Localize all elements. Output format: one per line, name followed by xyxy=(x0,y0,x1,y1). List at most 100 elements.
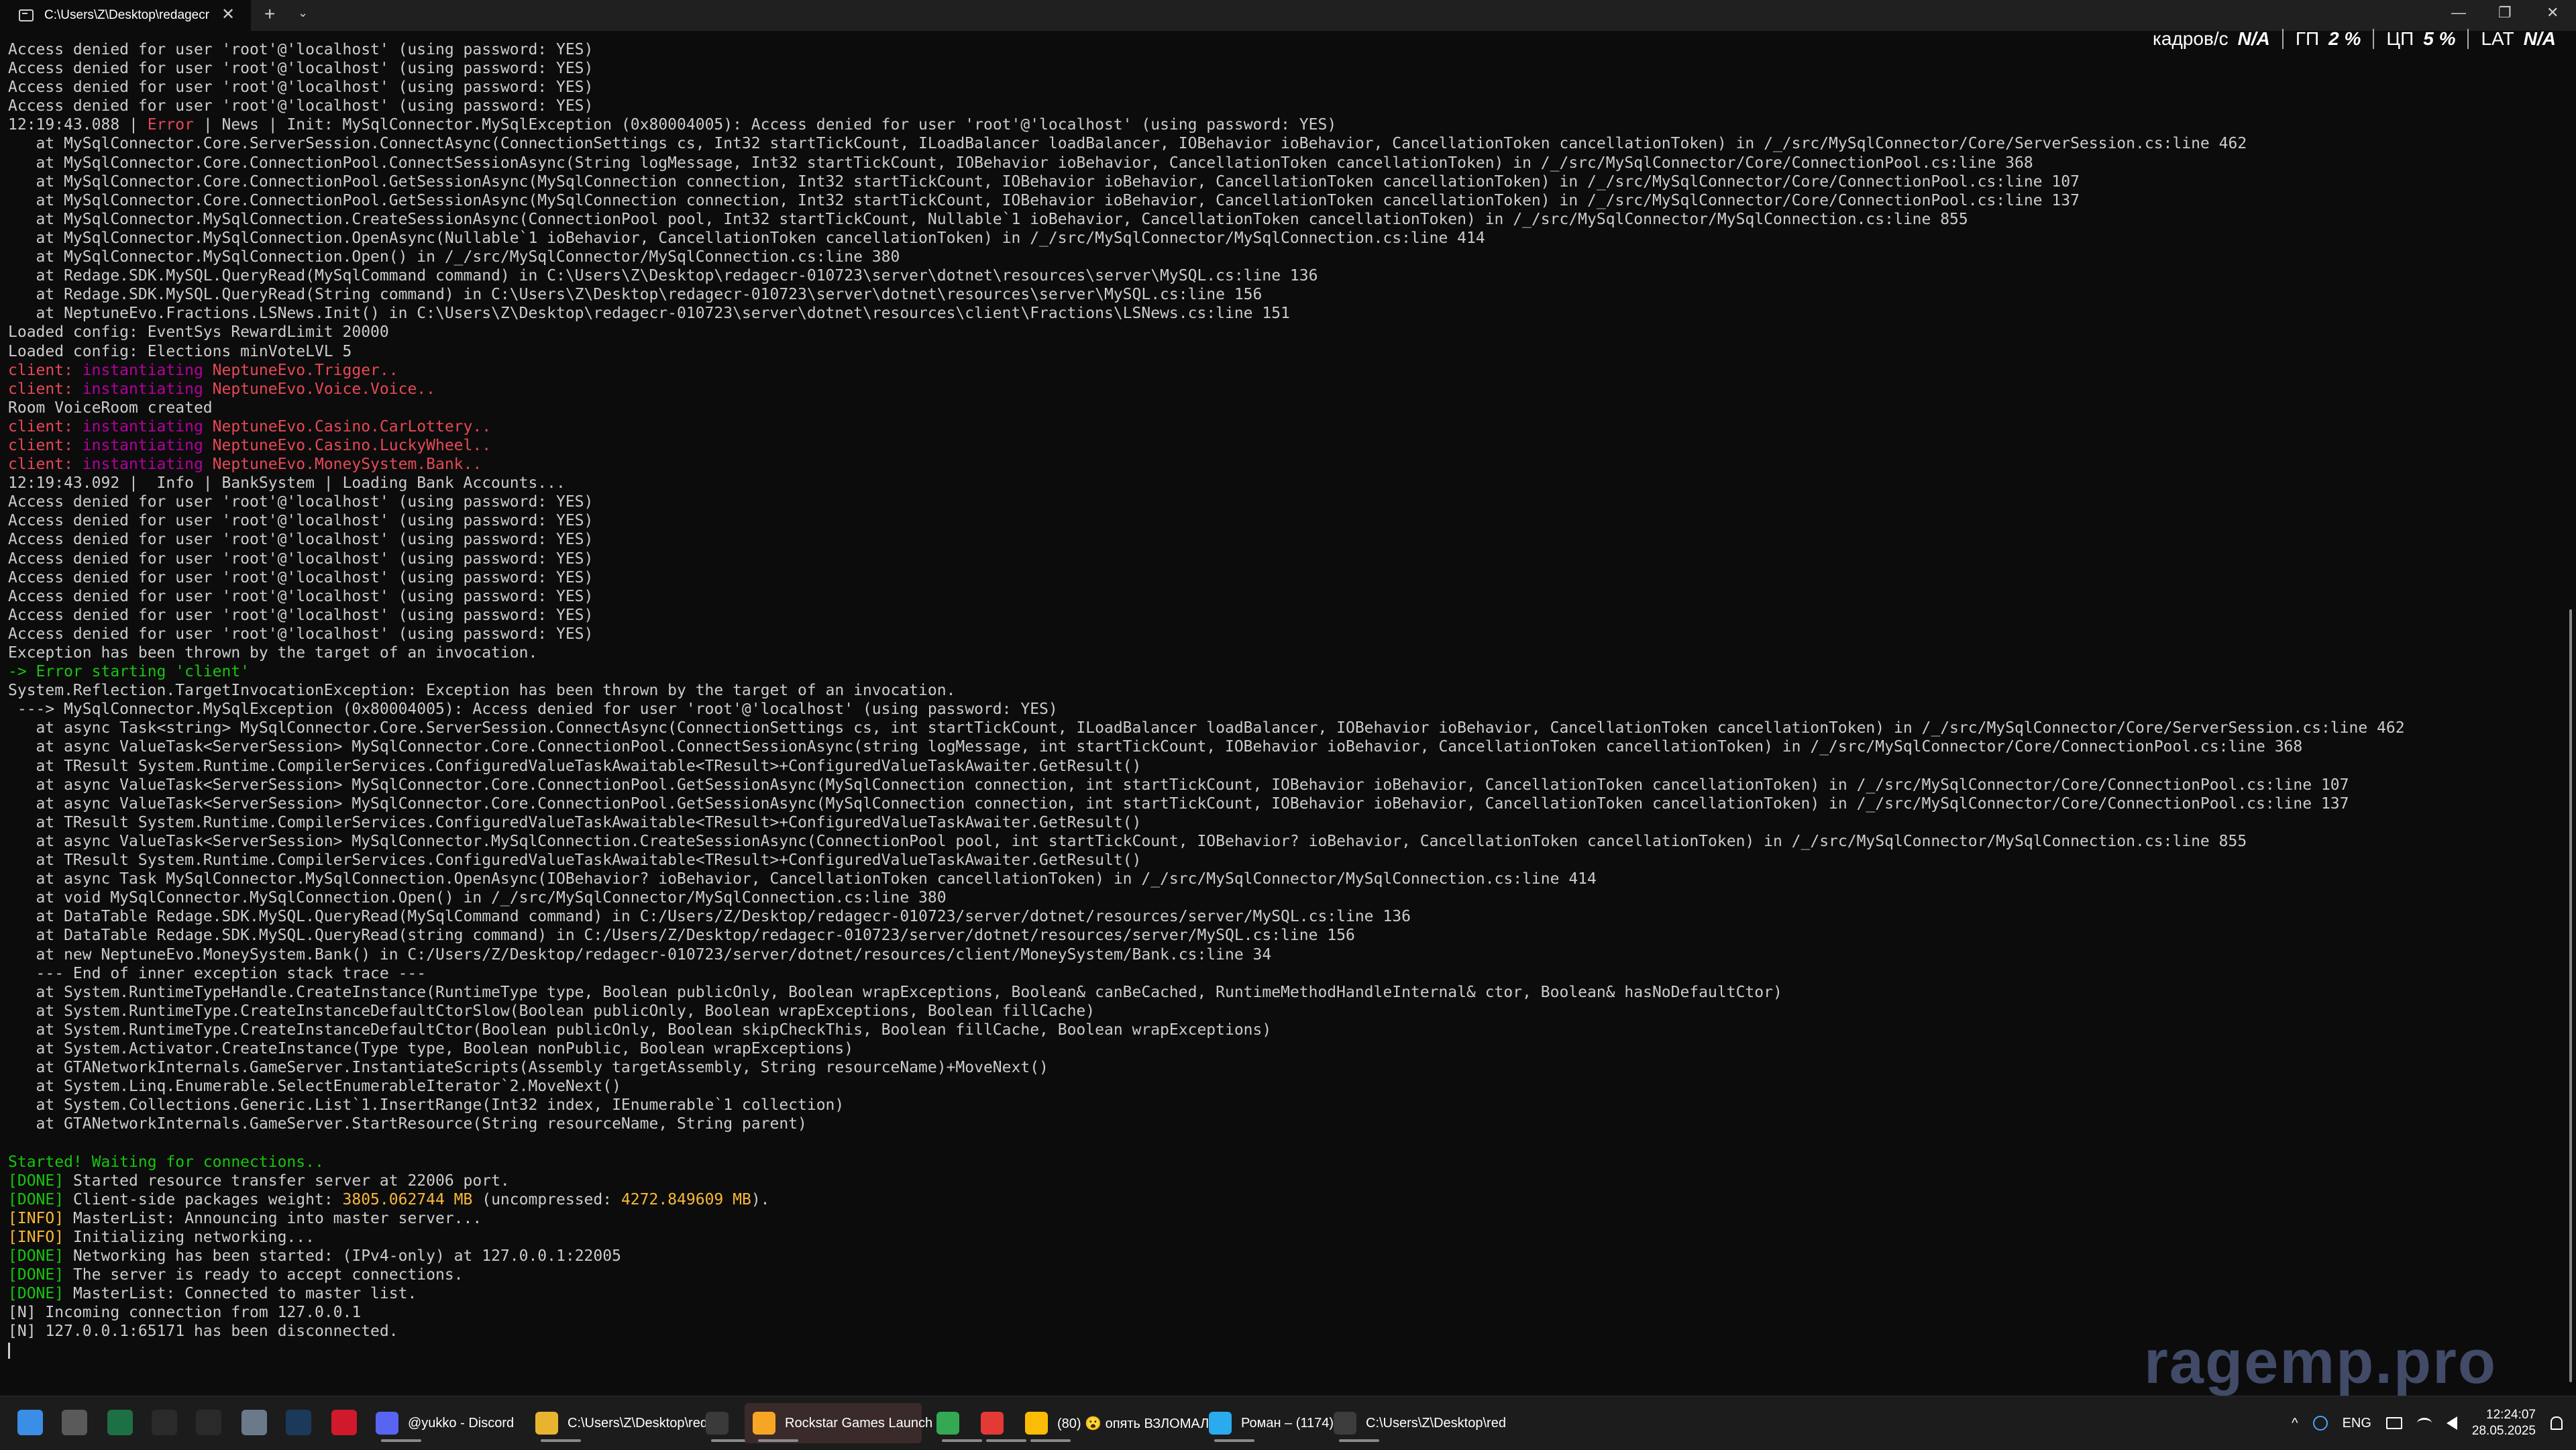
console-text: at System.RuntimeType.CreateInstanceDefa… xyxy=(8,1021,1272,1039)
console-line: Access denied for user 'root'@'localhost… xyxy=(8,625,2544,643)
maximize-button[interactable]: ❐ xyxy=(2498,4,2512,21)
tab-dropdown-icon[interactable]: ⌄ xyxy=(298,6,308,20)
console-text: NeptuneEvo.MoneySystem.Bank.. xyxy=(212,456,482,474)
yandex-icon xyxy=(981,1412,1004,1435)
console-line: at TResult System.Runtime.CompilerServic… xyxy=(8,851,2544,870)
console-text: NeptuneEvo.Trigger.. xyxy=(212,361,398,379)
console-line: at System.RuntimeType.CreateInstanceDefa… xyxy=(8,1002,2544,1021)
taskbar-app-button[interactable]: C:\Users\Z\Desktop\red xyxy=(527,1403,708,1443)
console-text: at MySqlConnector.Core.ServerSession.Con… xyxy=(8,135,2247,153)
console-text: MasterList: Announcing into master serve… xyxy=(64,1209,482,1227)
excel-icon[interactable] xyxy=(107,1410,133,1435)
taskbar-app-button[interactable] xyxy=(928,1403,982,1443)
tray-overflow-icon[interactable]: ^ xyxy=(2292,1416,2298,1431)
volume-icon[interactable] xyxy=(2446,1416,2457,1430)
console-scrollbar[interactable] xyxy=(2569,609,2572,1382)
console-line: at Redage.SDK.MySQL.QueryRead(String com… xyxy=(8,285,2544,304)
console-line: at async ValueTask<ServerSession> MySqlC… xyxy=(8,776,2544,794)
console-text: Networking has been started: (IPv4-only)… xyxy=(64,1247,621,1265)
console-line: client: instantiating NeptuneEvo.MoneySy… xyxy=(8,455,2544,474)
console-line: [INFO] Initializing networking... xyxy=(8,1228,2544,1247)
opera-icon[interactable] xyxy=(331,1410,357,1435)
taskbar-app-button[interactable] xyxy=(698,1403,751,1443)
console-line: at async ValueTask<ServerSession> MySqlC… xyxy=(8,737,2544,756)
taskbar-app-label: Роман – (1174) xyxy=(1241,1415,1334,1431)
folder-icon xyxy=(535,1412,558,1435)
new-tab-button[interactable]: + xyxy=(264,4,275,24)
console-line: [DONE] Started resource transfer server … xyxy=(8,1172,2544,1190)
display-icon[interactable] xyxy=(2385,1417,2402,1429)
taskbar-app-button[interactable]: Роман – (1174) xyxy=(1201,1403,1335,1443)
console-line: at async ValueTask<ServerSession> MySqlC… xyxy=(8,832,2544,851)
taskbar-app-label: Rockstar Games Launch xyxy=(785,1415,933,1431)
terminal-tab[interactable]: C:\Users\Z\Desktop\redagecr ✕ xyxy=(0,0,251,31)
console-text: at System.Linq.Enumerable.SelectEnumerab… xyxy=(8,1078,621,1096)
media-player-icon[interactable] xyxy=(196,1410,221,1435)
rockstar-r-icon[interactable] xyxy=(152,1410,177,1435)
notification-bell-icon[interactable] xyxy=(2551,1416,2563,1430)
console-text: at void MySqlConnector.MySqlConnection.O… xyxy=(8,889,947,907)
task-view-icon[interactable] xyxy=(62,1410,87,1435)
console-text: client: xyxy=(8,361,83,379)
console-line: System.Reflection.TargetInvocationExcept… xyxy=(8,681,2544,700)
console-text: Access denied for user 'root'@'localhost… xyxy=(8,625,594,643)
console-text: Access denied for user 'root'@'localhost… xyxy=(8,550,594,568)
chrome-icon xyxy=(936,1412,959,1435)
console-text: | News | Init: MySqlConnector.MySqlExcep… xyxy=(193,116,1337,134)
console-line: at GTANetworkInternals.GameServer.StartR… xyxy=(8,1115,2544,1133)
console-line: at System.Collections.Generic.List`1.Ins… xyxy=(8,1096,2544,1115)
start-icon[interactable] xyxy=(17,1410,43,1435)
console-text: MasterList: Connected to master list. xyxy=(64,1285,417,1303)
console-line: Started! Waiting for connections.. xyxy=(8,1153,2544,1172)
settings-icon[interactable] xyxy=(241,1410,267,1435)
minimize-button[interactable]: — xyxy=(2451,4,2466,21)
console-line: Access denied for user 'root'@'localhost… xyxy=(8,568,2544,587)
taskbar-clock[interactable]: 12:24:07 28.05.2025 xyxy=(2472,1407,2536,1439)
console-text: instantiating xyxy=(82,361,213,379)
language-indicator[interactable]: ENG xyxy=(2343,1416,2371,1431)
console-line: at Redage.SDK.MySQL.QueryRead(MySqlComma… xyxy=(8,266,2544,285)
console-line: client: instantiating NeptuneEvo.Casino.… xyxy=(8,417,2544,436)
console-output[interactable]: Access denied for user 'root'@'localhost… xyxy=(8,40,2544,1396)
taskbar-app-label: C:\Users\Z\Desktop\red xyxy=(1366,1415,1506,1431)
console-line: at async Task<string> MySqlConnector.Cor… xyxy=(8,719,2544,737)
console-text: client: xyxy=(8,436,83,454)
running-indicator xyxy=(1339,1439,1379,1442)
console-text: Access denied for user 'root'@'localhost… xyxy=(8,41,594,58)
console-line: 12:19:43.088 | Error | News | Init: MySq… xyxy=(8,115,2544,134)
console-text: at TResult System.Runtime.CompilerServic… xyxy=(8,813,1142,831)
terminal-icon xyxy=(1334,1412,1356,1435)
console-line: [DONE] Client-side packages weight: 3805… xyxy=(8,1190,2544,1209)
console-text: at MySqlConnector.Core.ConnectionPool.Ge… xyxy=(8,172,2080,191)
console-text: at System.RuntimeTypeHandle.CreateInstan… xyxy=(8,983,1782,1001)
console-line: at System.RuntimeType.CreateInstanceDefa… xyxy=(8,1021,2544,1039)
chrome-profile-icon xyxy=(1025,1412,1048,1435)
taskbar-app-button[interactable]: (80) 😮 опять ВЗЛОМАЛ xyxy=(1017,1403,1209,1443)
console-text: Access denied for user 'root'@'localhost… xyxy=(8,568,594,586)
console-text: instantiating xyxy=(82,417,213,435)
network-status-icon[interactable] xyxy=(2312,1416,2328,1431)
console-text: Access denied for user 'root'@'localhost… xyxy=(8,97,594,115)
console-line: client: instantiating NeptuneEvo.Voice.V… xyxy=(8,380,2544,399)
taskbar-app-label: (80) 😮 опять ВЗЛОМАЛ xyxy=(1057,1416,1210,1431)
steam-icon[interactable] xyxy=(286,1410,311,1435)
taskbar-app-button[interactable] xyxy=(973,1403,1026,1443)
console-text: System.Reflection.TargetInvocationExcept… xyxy=(8,682,956,700)
tab-close-icon[interactable]: ✕ xyxy=(221,5,235,24)
console-line: at System.Linq.Enumerable.SelectEnumerab… xyxy=(8,1077,2544,1096)
console-text: at new NeptuneEvo.MoneySystem.Bank() in … xyxy=(8,945,1272,964)
console-text: [DONE] xyxy=(8,1247,64,1265)
console-text: at GTANetworkInternals.GameServer.StartR… xyxy=(8,1115,807,1133)
console-line: Exception has been thrown by the target … xyxy=(8,643,2544,662)
console-text: ). xyxy=(751,1190,770,1208)
console-text: Room VoiceRoom created xyxy=(8,399,213,417)
window-close-button[interactable]: ✕ xyxy=(2546,4,2559,21)
taskbar-app-button[interactable]: Rockstar Games Launch xyxy=(745,1403,932,1443)
wifi-icon[interactable] xyxy=(2416,1418,2432,1429)
console-text: at DataTable Redage.SDK.MySQL.QueryRead(… xyxy=(8,908,1411,926)
taskbar-app-button[interactable]: @yukko - Discord xyxy=(368,1403,535,1443)
console-text: [DONE] xyxy=(8,1172,64,1190)
taskbar-app-button[interactable]: C:\Users\Z\Desktop\red xyxy=(1326,1403,1506,1443)
console-line: at new NeptuneEvo.MoneySystem.Bank() in … xyxy=(8,945,2544,964)
running-indicator xyxy=(381,1439,421,1442)
